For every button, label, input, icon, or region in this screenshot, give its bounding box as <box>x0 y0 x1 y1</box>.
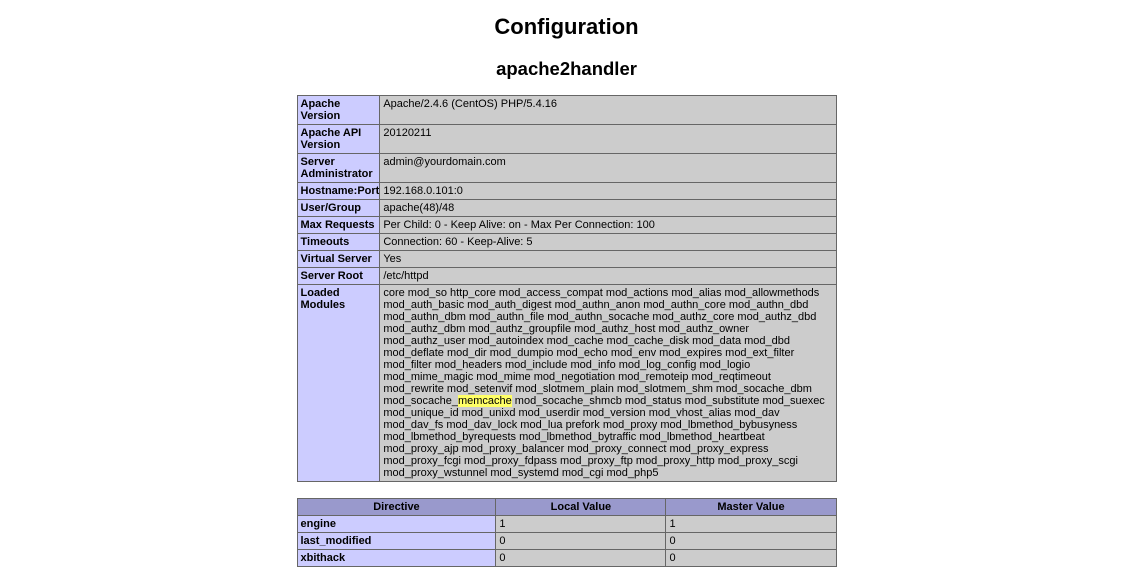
master-value: 0 <box>665 549 837 567</box>
table-row-loaded-modules: Loaded Modules core mod_so http_core mod… <box>296 284 837 482</box>
row-key: Apache API Version <box>296 124 381 154</box>
table-row: Hostname:Port 192.168.0.101:0 <box>296 182 837 200</box>
row-key: Server Root <box>296 267 381 285</box>
table-row: Server Administrator admin@yourdomain.co… <box>296 153 837 183</box>
local-value: 0 <box>495 532 667 550</box>
phpinfo-page: Configuration apache2handler Apache Vers… <box>296 0 837 567</box>
table-row: Apache Version Apache/2.4.6 (CentOS) PHP… <box>296 95 837 125</box>
table-row: User/Group apache(48)/48 <box>296 199 837 217</box>
row-value: apache(48)/48 <box>379 199 837 217</box>
row-key: User/Group <box>296 199 381 217</box>
column-header-local-value: Local Value <box>495 498 667 516</box>
table-row: Apache API Version 20120211 <box>296 124 837 154</box>
directive-name: xbithack <box>296 549 497 567</box>
table-row: last_modified 0 0 <box>296 532 837 550</box>
row-value: 192.168.0.101:0 <box>379 182 837 200</box>
page-title: Configuration <box>494 14 639 39</box>
master-value: 0 <box>665 532 837 550</box>
apache-info-table: Apache Version Apache/2.4.6 (CentOS) PHP… <box>296 95 837 482</box>
row-key: Apache Version <box>296 95 381 125</box>
table-row: Server Root /etc/httpd <box>296 267 837 285</box>
directive-name: engine <box>296 515 497 533</box>
section-title: apache2handler <box>496 58 637 79</box>
table-row: engine 1 1 <box>296 515 837 533</box>
row-key: Loaded Modules <box>296 284 381 482</box>
table-header-row: Directive Local Value Master Value <box>296 498 837 516</box>
directive-table: Directive Local Value Master Value engin… <box>296 498 837 567</box>
modules-text-after: mod_socache_shmcb mod_status mod_substit… <box>383 395 825 479</box>
row-value: Apache/2.4.6 (CentOS) PHP/5.4.16 <box>379 95 837 125</box>
row-value: /etc/httpd <box>379 267 837 285</box>
row-value: admin@yourdomain.com <box>379 153 837 183</box>
row-key: Hostname:Port <box>296 182 381 200</box>
row-key: Server Administrator <box>296 153 381 183</box>
column-header-directive: Directive <box>296 498 497 516</box>
column-header-master-value: Master Value <box>665 498 837 516</box>
row-key: Virtual Server <box>296 250 381 268</box>
table-row: xbithack 0 0 <box>296 549 837 567</box>
row-value: 20120211 <box>379 124 837 154</box>
modules-text-before: core mod_so http_core mod_access_compat … <box>383 287 820 407</box>
directive-name: last_modified <box>296 532 497 550</box>
table-row: Virtual Server Yes <box>296 250 837 268</box>
row-key: Timeouts <box>296 233 381 251</box>
loaded-modules-value: core mod_so http_core mod_access_compat … <box>379 284 837 482</box>
local-value: 0 <box>495 549 667 567</box>
row-value: Yes <box>379 250 837 268</box>
table-row: Max Requests Per Child: 0 - Keep Alive: … <box>296 216 837 234</box>
row-key: Max Requests <box>296 216 381 234</box>
row-value: Per Child: 0 - Keep Alive: on - Max Per … <box>379 216 837 234</box>
local-value: 1 <box>495 515 667 533</box>
master-value: 1 <box>665 515 837 533</box>
row-value: Connection: 60 - Keep-Alive: 5 <box>379 233 837 251</box>
search-highlight: memcache <box>457 395 512 407</box>
table-row: Timeouts Connection: 60 - Keep-Alive: 5 <box>296 233 837 251</box>
